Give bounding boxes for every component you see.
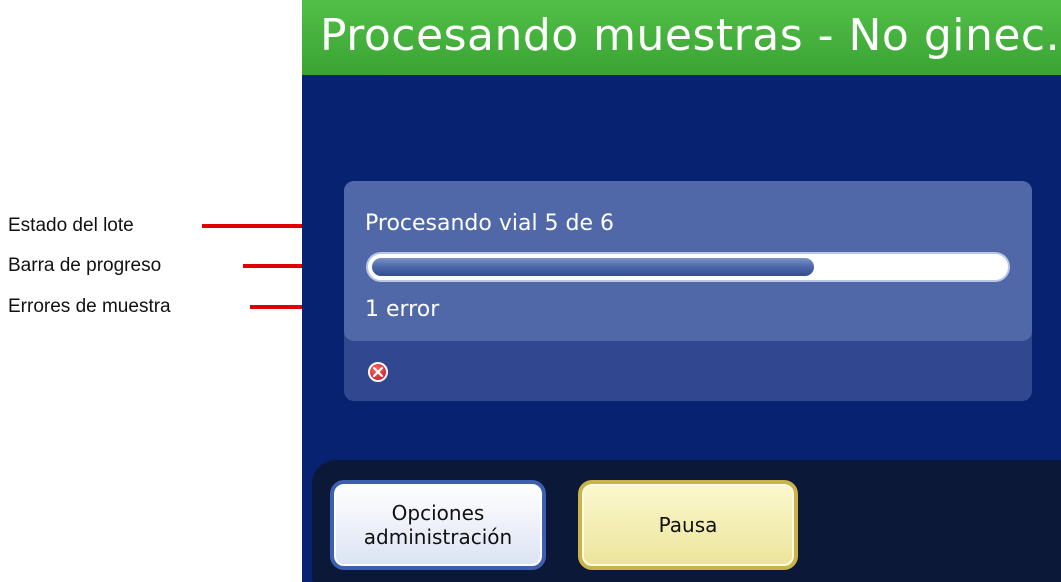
callout-label-progress-bar: Barra de progreso [8, 255, 162, 276]
admin-options-label-line2: administración [363, 525, 513, 549]
pause-button[interactable]: Pausa [578, 480, 798, 570]
progress-bar-fill [372, 258, 814, 276]
batch-status-panel: Procesando vial 5 de 6 1 error [344, 181, 1032, 341]
sample-errors-text: 1 error [365, 297, 440, 322]
admin-options-button[interactable]: Opciones administración [330, 480, 546, 570]
admin-options-label-line1: Opciones [391, 501, 485, 525]
callout-label-sample-errors: Errores de muestra [8, 296, 171, 317]
header-bar: Procesando muestras - No ginec. [302, 0, 1061, 75]
batch-status-text: Procesando vial 5 de 6 [365, 211, 615, 236]
callout-label-batch-status: Estado del lote [8, 215, 134, 236]
batch-panel: Procesando vial 5 de 6 1 error [344, 181, 1032, 401]
progress-bar [366, 252, 1010, 282]
error-x-icon[interactable] [368, 362, 388, 382]
pause-button-label: Pausa [658, 513, 718, 537]
page-title: Procesando muestras - No ginec. [320, 10, 1061, 61]
device-screen: Procesando muestras - No ginec. Procesan… [302, 0, 1061, 582]
admin-options-label: Opciones administración [364, 501, 512, 549]
